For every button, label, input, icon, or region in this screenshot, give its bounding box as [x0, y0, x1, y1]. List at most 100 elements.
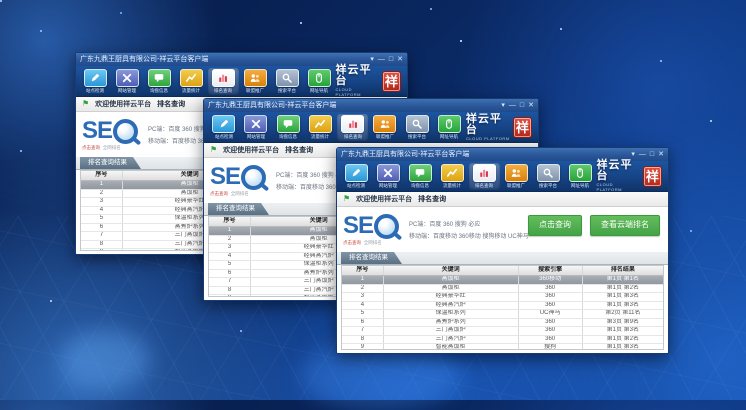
toolbar-item-inquiry[interactable]: 询盘信息	[272, 114, 303, 141]
toolbar-item-url-nav[interactable]: 网址导航	[565, 163, 596, 190]
table-header-cell[interactable]: 序号	[342, 266, 384, 275]
title-bar[interactable]: 广东九鼎王厨具有限公司-祥云平台客户端 ▾ — □ ✕	[204, 99, 538, 112]
tab-rank-results[interactable]: 排名查询结果	[208, 203, 269, 215]
toolbar-item-rank-query[interactable]: 排名查询	[208, 68, 239, 95]
tab-strip: 排名查询结果	[337, 252, 668, 265]
toolbar-item-site-check[interactable]: 站点检测	[208, 114, 239, 141]
toolbar-item-inquiry[interactable]: 询盘信息	[144, 68, 175, 95]
line-chart-icon	[309, 115, 332, 133]
table-cell: 8	[342, 336, 384, 344]
table-row[interactable]: 4经典蒸汽炉360第1页 第3名	[342, 302, 663, 311]
toolbar-item-alliance[interactable]: 联盟推广	[240, 68, 271, 95]
toolbar-item-site-check[interactable]: 站点检测	[341, 163, 372, 190]
toolbar-item-search-platform[interactable]: 搜索平台	[272, 68, 303, 95]
table-header-cell[interactable]: 关键词	[384, 266, 519, 275]
brand-name: 祥云平台	[336, 65, 379, 87]
table-cell: 2	[342, 285, 384, 293]
seo-logo: SE 点击查询全网排名	[210, 165, 266, 197]
table-header-cell[interactable]: 排名结果	[583, 266, 663, 275]
table-row[interactable]: 2蒸饭柜360第1页 第2名	[342, 285, 663, 294]
table-cell: 2	[209, 236, 251, 244]
pencil-icon	[345, 164, 368, 182]
section-title: 排名查询	[418, 194, 446, 204]
view-cloud-rank-button[interactable]: 查看云端排名	[590, 215, 660, 236]
table-header-cell[interactable]: 序号	[81, 171, 123, 180]
tools-icon	[116, 69, 139, 87]
toolbar-item-inquiry[interactable]: 询盘信息	[405, 163, 436, 190]
minimize-icon[interactable]: —	[509, 101, 516, 111]
table-header-cell[interactable]: 搜索引擎	[519, 266, 583, 275]
tab-rank-results[interactable]: 排名查询结果	[80, 157, 141, 169]
engine-list: PC端：百度 360 搜狗 必应 移动端：百度移动 360移动 搜狗移动 UC神…	[409, 219, 529, 240]
maximize-icon[interactable]: □	[650, 150, 654, 160]
close-icon[interactable]: ✕	[397, 55, 403, 65]
table-cell: 5	[342, 310, 384, 318]
window-title: 广东九鼎王厨具有限公司-祥云平台客户端	[341, 148, 631, 161]
toolbar-item-site-check[interactable]: 站点检测	[80, 68, 111, 95]
toolbar-item-site-manage[interactable]: 网站管理	[112, 68, 143, 95]
table-row[interactable]: 3经典豪华灶360第1页 第3名	[342, 293, 663, 302]
flag-icon: ⚑	[82, 97, 89, 111]
brand-subtitle: CLOUD PLATFORM	[336, 87, 379, 97]
table-row[interactable]: 1蒸饭柜360移动第1页 第1名	[342, 276, 663, 285]
table-cell: 3	[209, 244, 251, 252]
toolbar-item-site-manage[interactable]: 网站管理	[373, 163, 404, 190]
close-icon[interactable]: ✕	[658, 150, 664, 160]
mouse-icon	[569, 164, 592, 182]
table-cell: 360	[519, 319, 583, 327]
welcome-text: 欢迎使用祥云平台	[356, 194, 412, 204]
toolbar-item-traffic[interactable]: 流量统计	[305, 114, 336, 141]
seo-tagline: 点击查询全网排名	[343, 241, 393, 246]
toolbar-item-traffic[interactable]: 流量统计	[437, 163, 468, 190]
brand-logo: 祥云平台 CLOUD PLATFORM 祥	[466, 114, 534, 141]
table-cell: 1	[342, 276, 384, 284]
seo-tagline: 点击查询全网排名	[82, 146, 132, 151]
menu-icon[interactable]: ▾	[631, 150, 635, 160]
table-cell: 蒸饭柜	[384, 276, 519, 284]
brand-seal-icon: 祥	[513, 117, 532, 138]
table-cell: 第1页 第3名	[583, 302, 663, 310]
table-cell: 9	[342, 344, 384, 350]
table-cell: UC神马	[519, 310, 583, 318]
table-cell: 4	[81, 207, 123, 215]
table-row[interactable]: 7三门蒸饭炉360第1页 第3名	[342, 327, 663, 336]
toolbar-item-url-nav[interactable]: 网址导航	[434, 114, 465, 141]
toolbar-item-traffic[interactable]: 流量统计	[176, 68, 207, 95]
line-chart-icon	[441, 164, 464, 182]
tab-rank-results[interactable]: 排名查询结果	[341, 252, 402, 264]
chat-bubble-icon	[409, 164, 432, 182]
seo-logo: SE 点击查询全网排名	[82, 119, 138, 151]
table-header-cell[interactable]: 序号	[209, 217, 251, 226]
menu-icon[interactable]: ▾	[370, 55, 374, 65]
table-cell: 360	[519, 327, 583, 335]
maximize-icon[interactable]: □	[520, 101, 524, 111]
minimize-icon[interactable]: —	[378, 55, 385, 65]
minimize-icon[interactable]: —	[639, 150, 646, 160]
toolbar-item-search-platform[interactable]: 搜索平台	[401, 114, 432, 141]
toolbar-item-rank-query[interactable]: 排名查询	[337, 114, 368, 141]
table-cell: 6	[209, 270, 251, 278]
toolbar-item-alliance[interactable]: 联盟推广	[501, 163, 532, 190]
toolbar-item-alliance[interactable]: 联盟推广	[369, 114, 400, 141]
magnifier-o-icon	[241, 165, 266, 190]
table-row[interactable]: 9智能蒸饭柜搜狗第1页 第3名	[342, 344, 663, 350]
brand-seal-icon: 祥	[382, 71, 401, 92]
close-icon[interactable]: ✕	[528, 101, 534, 111]
table-cell: 三门蒸饭炉	[384, 327, 519, 335]
maximize-icon[interactable]: □	[389, 55, 393, 65]
table-cell: 9	[209, 295, 251, 297]
table-cell: 6	[342, 319, 384, 327]
table-row[interactable]: 6蒸煮炉系列360第3页 第9名	[342, 319, 663, 328]
toolbar-item-site-manage[interactable]: 网站管理	[240, 114, 271, 141]
toolbar-item-rank-query[interactable]: 排名查询	[469, 163, 500, 190]
table-cell: 360	[519, 336, 583, 344]
table-row[interactable]: 5保温柜系列UC神马第2页 第11名	[342, 310, 663, 319]
chat-bubble-icon	[148, 69, 171, 87]
table-row[interactable]: 8三门蒸汽炉360第1页 第2名	[342, 336, 663, 345]
toolbar-item-url-nav[interactable]: 网址导航	[304, 68, 335, 95]
bar-chart-icon	[473, 164, 496, 182]
menu-icon[interactable]: ▾	[501, 101, 505, 111]
toolbar-item-search-platform[interactable]: 搜索平台	[533, 163, 564, 190]
welcome-text: 欢迎使用祥云平台	[95, 99, 151, 109]
query-button[interactable]: 点击查询	[528, 215, 582, 236]
